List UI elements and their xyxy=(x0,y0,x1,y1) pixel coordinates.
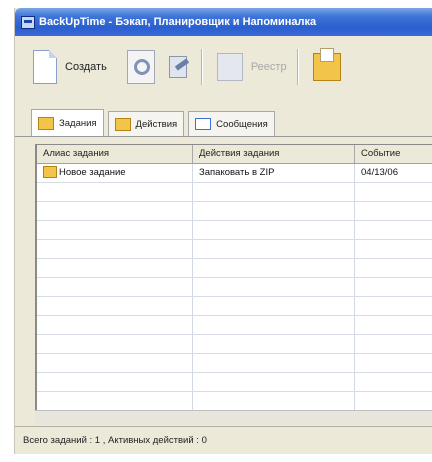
empty-row xyxy=(37,297,432,316)
empty-row xyxy=(37,392,432,411)
table-header: Алиас задания Действия задания Событие xyxy=(37,145,432,164)
toolbar: Создать Реестр xyxy=(15,38,432,96)
registry-icon xyxy=(216,53,243,81)
tab-bar: Задания Действия Сообщения xyxy=(15,102,432,137)
create-button[interactable]: Создать xyxy=(33,44,107,90)
export-icon xyxy=(312,48,341,81)
message-icon xyxy=(195,118,212,130)
empty-row xyxy=(37,335,432,354)
column-header-action[interactable]: Действия задания xyxy=(193,145,355,163)
empty-row xyxy=(37,183,432,202)
empty-row xyxy=(37,316,432,335)
folder-icon xyxy=(38,116,54,130)
empty-row xyxy=(37,221,432,240)
tasks-table: Алиас задания Действия задания Событие Н… xyxy=(35,144,432,411)
tools-icon xyxy=(165,52,191,82)
empty-row xyxy=(37,278,432,297)
toolbar-separator xyxy=(296,49,299,85)
empty-row xyxy=(37,354,432,373)
empty-row xyxy=(37,259,432,278)
tab-label: Задания xyxy=(59,117,97,129)
search-button[interactable] xyxy=(126,44,155,90)
table-cell-action: Запаковать в ZIP xyxy=(193,164,355,182)
app-window: BackUpTime - Бэкап, Планировщик и Напоми… xyxy=(14,8,432,454)
empty-row xyxy=(37,240,432,259)
horizontal-scrollbar[interactable] xyxy=(35,410,432,425)
task-alias: Новое задание xyxy=(59,167,126,178)
table-cell-event: 04/13/06 xyxy=(355,164,432,182)
empty-row xyxy=(37,202,432,221)
tab-label: Действия xyxy=(135,118,178,130)
tab-label: Сообщения xyxy=(216,118,268,130)
empty-row xyxy=(37,373,432,392)
create-button-label: Создать xyxy=(65,61,107,73)
new-document-icon xyxy=(33,50,57,84)
title-bar: BackUpTime - Бэкап, Планировщик и Напоми… xyxy=(15,8,432,36)
tools-button[interactable] xyxy=(165,44,191,90)
status-text: Всего заданий : 1 , Активных действий : … xyxy=(23,435,207,446)
tab-actions[interactable]: Действия xyxy=(107,111,185,136)
registry-button[interactable]: Реестр xyxy=(216,44,287,90)
tab-messages[interactable]: Сообщения xyxy=(188,111,275,136)
column-header-alias[interactable]: Алиас задания xyxy=(37,145,193,163)
status-bar: Всего заданий : 1 , Активных действий : … xyxy=(15,426,432,454)
export-button[interactable] xyxy=(312,44,341,90)
column-header-event[interactable]: Событие xyxy=(355,145,432,163)
window-title: BackUpTime - Бэкап, Планировщик и Напоми… xyxy=(39,16,317,28)
search-icon xyxy=(126,50,155,84)
folder-icon xyxy=(114,117,131,131)
app-icon xyxy=(21,15,35,29)
table-cell-alias: Новое задание xyxy=(37,164,193,182)
registry-button-label: Реестр xyxy=(250,61,287,73)
table-row[interactable]: Новое задание Запаковать в ZIP 04/13/06 xyxy=(37,164,432,183)
toolbar-separator xyxy=(200,49,203,85)
tab-tasks[interactable]: Задания xyxy=(31,109,104,136)
task-icon xyxy=(43,166,57,179)
